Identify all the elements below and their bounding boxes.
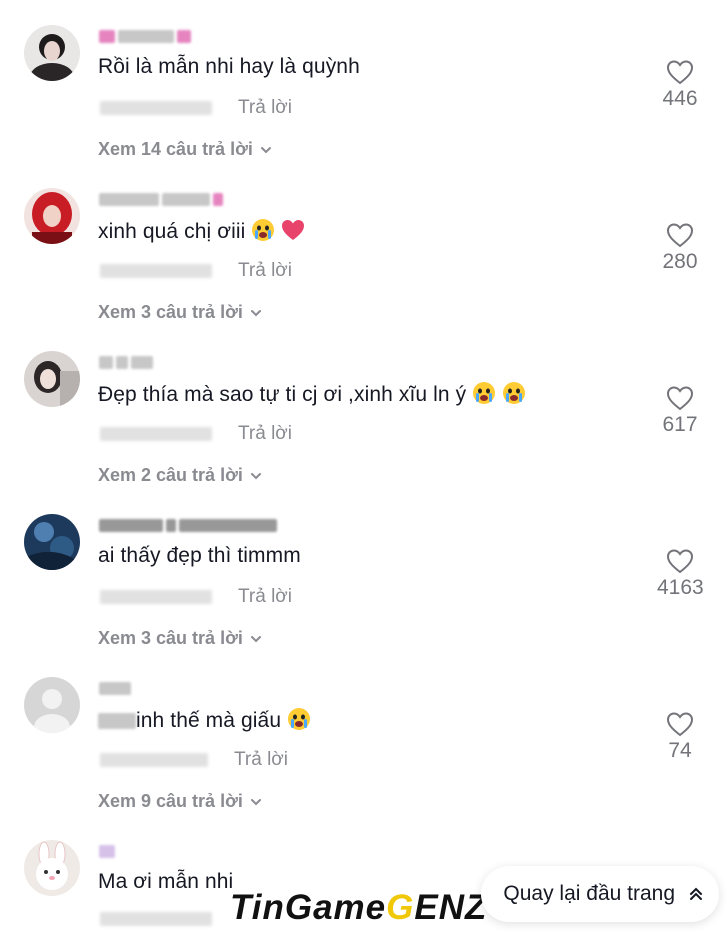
heart-icon [666,549,694,574]
comment-meta: Trả lời [100,260,292,282]
comment-text: Đẹp thía mà sao tự ti cj ơi ,xinh xĩu ln… [98,381,526,407]
chevron-down-icon [250,472,261,479]
like-count: 446 [662,87,698,110]
back-to-top-label: Quay lại đầu trang [503,882,675,905]
heart-icon [666,223,694,248]
reply-button[interactable]: Trả lời [238,97,292,119]
like-button[interactable]: 446 [657,59,703,111]
username[interactable] [99,190,223,208]
avatar[interactable] [24,840,80,896]
reply-button[interactable]: Trả lời [238,423,292,445]
crying-face-icon [503,382,526,404]
comment-date [100,912,212,926]
username[interactable] [99,516,277,534]
heart-icon [666,712,694,737]
view-replies-button[interactable]: Xem 3 câu trả lời [98,302,263,323]
like-button[interactable]: 617 [657,385,703,437]
chevron-down-icon [260,146,271,153]
like-count: 280 [662,250,698,273]
comment-date [100,264,212,278]
crying-face-icon [473,382,496,404]
comment-text: xinh quá chị ơiii [98,218,305,244]
like-button[interactable]: 280 [657,222,703,274]
comment-text: ai thấy đẹp thì timmm [98,544,301,567]
avatar[interactable] [24,514,80,570]
watermark-logo: TinGameGENZ [230,888,488,927]
reply-button[interactable]: Trả lời [234,749,288,771]
avatar[interactable] [24,188,80,244]
comment-meta: Trả lời [100,749,288,771]
view-replies-button[interactable]: Xem 9 câu trả lời [98,791,263,812]
crying-face-icon [288,708,311,730]
username[interactable] [99,353,153,371]
comment-text: Ma ơi mẫn nhi [98,870,234,893]
comment-meta: Trả lời [100,586,292,608]
like-count: 4163 [657,576,704,599]
comment-date [100,590,212,604]
comment-meta [100,912,212,926]
avatar[interactable] [24,677,80,733]
reply-button[interactable]: Trả lời [238,586,292,608]
avatar[interactable] [24,25,80,81]
username[interactable] [99,679,131,697]
chevron-down-icon [250,798,261,805]
chevron-down-icon [250,635,261,642]
chevron-down-icon [250,309,261,316]
heart-icon [666,386,694,411]
like-count: 74 [668,739,692,762]
comment-date [100,101,212,115]
crying-face-icon [252,219,275,241]
reply-button[interactable]: Trả lời [238,260,292,282]
like-button[interactable]: 4163 [657,548,704,600]
like-count: 617 [662,413,698,436]
double-chevron-up-icon [690,887,702,900]
like-button[interactable]: 74 [657,711,703,763]
view-replies-button[interactable]: Xem 14 câu trả lời [98,139,273,160]
view-replies-button[interactable]: Xem 2 câu trả lời [98,465,263,486]
heart-emoji-icon [282,220,305,240]
username[interactable] [99,842,115,860]
username[interactable] [99,27,191,45]
comment-date [100,753,208,767]
avatar[interactable] [24,351,80,407]
back-to-top-button[interactable]: Quay lại đầu trang [481,866,719,922]
comment-meta: Trả lời [100,97,292,119]
comment-text: Rồi là mẫn nhi hay là quỳnh [98,55,360,78]
comment-meta: Trả lời [100,423,292,445]
heart-icon [666,60,694,85]
comment-text: inh thế mà giấu [98,707,311,733]
comment-date [100,427,212,441]
view-replies-button[interactable]: Xem 3 câu trả lời [98,628,263,649]
